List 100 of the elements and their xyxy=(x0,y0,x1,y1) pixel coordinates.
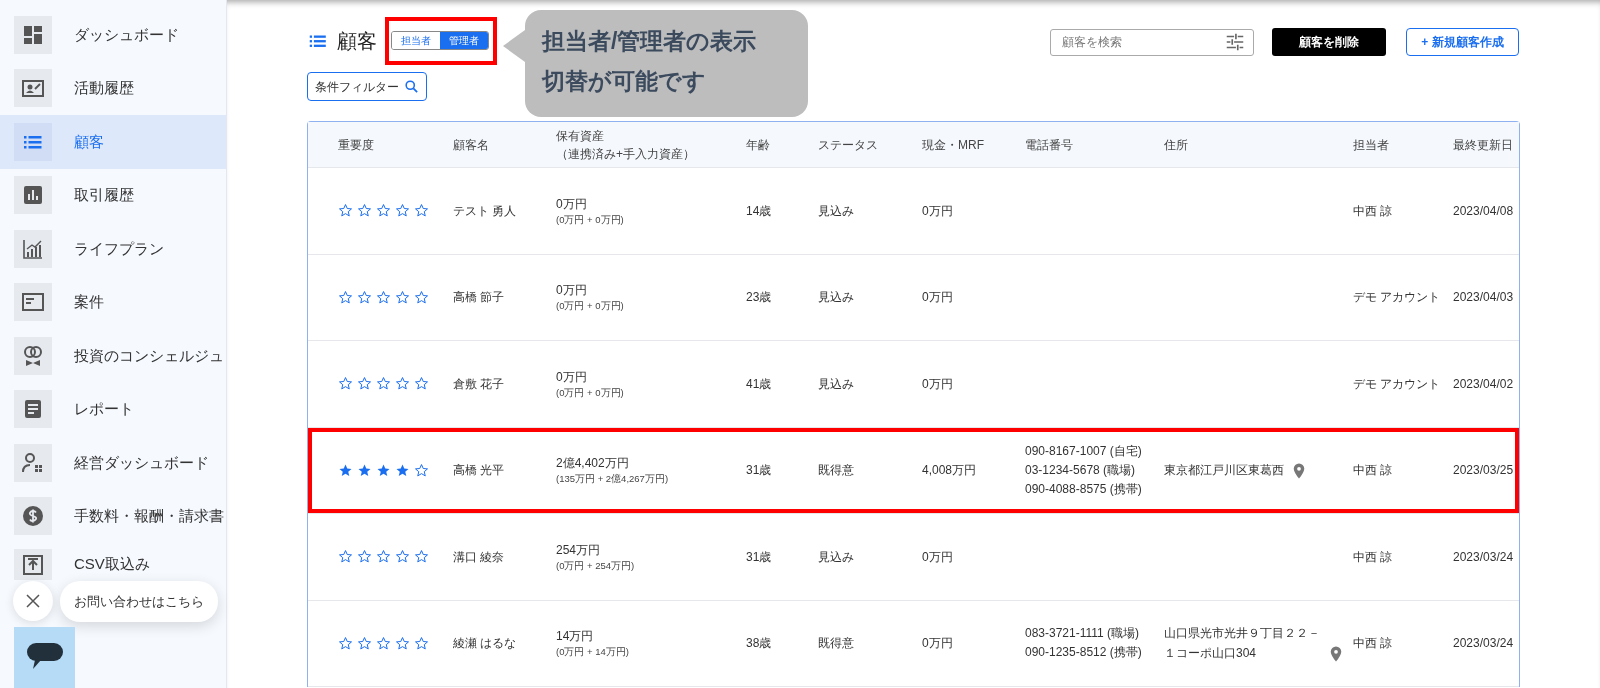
star-icon[interactable] xyxy=(338,462,353,478)
column-header: 顧客名 xyxy=(453,136,490,154)
phone-number: 03-1234-5678 (職場) xyxy=(1025,461,1137,479)
star-icon[interactable] xyxy=(338,549,353,565)
table-cell-text: (0万円 + 0万円) xyxy=(556,299,625,314)
sidebar-item[interactable]: 取引履歴 xyxy=(0,168,226,222)
column-header: 担当者 xyxy=(1353,136,1390,154)
column-header: 現金・MRF xyxy=(922,136,985,154)
star-icon[interactable] xyxy=(376,203,391,219)
contact-tooltip[interactable]: お問い合わせはこちら xyxy=(60,581,218,622)
customer-name: テスト 勇人 xyxy=(453,203,517,218)
star-icon[interactable] xyxy=(376,549,391,565)
table-cell: 見込み xyxy=(818,203,854,218)
sidebar-item[interactable]: レポート xyxy=(0,382,226,436)
table-cell: 2023/03/25 xyxy=(1453,463,1514,478)
star-icon[interactable] xyxy=(376,376,391,392)
table-cell-text: (0万円 + 0万円) xyxy=(556,212,625,227)
filter-button[interactable]: 条件フィルター xyxy=(307,72,427,101)
table-cell-text: 254万円 xyxy=(556,541,602,559)
star-icon[interactable] xyxy=(395,376,410,392)
table-cell: 中西 諒 xyxy=(1353,549,1393,564)
table-cell: 31歳 xyxy=(746,463,772,478)
table-cell-text: 0万円 xyxy=(556,368,588,386)
star-icon[interactable] xyxy=(338,376,353,392)
star-icon[interactable] xyxy=(357,462,372,478)
sidebar-item[interactable]: CSV取込み xyxy=(0,543,226,580)
star-icon[interactable] xyxy=(357,203,372,219)
user-stats-icon xyxy=(21,450,45,475)
star-icon[interactable] xyxy=(376,462,391,478)
star-icon[interactable] xyxy=(376,289,391,305)
table-cell: 2023/04/08 xyxy=(1453,203,1514,218)
table-cell: 2023/04/02 xyxy=(1453,376,1514,391)
star-icon[interactable] xyxy=(357,635,372,651)
phone-number: 090-1235-8512 (携帯) xyxy=(1025,644,1143,662)
phone-number: 090-8167-1007 (自宅) xyxy=(1025,442,1143,460)
table-cell: 既得意 xyxy=(818,636,854,651)
close-button[interactable] xyxy=(13,581,53,621)
column-subheader: （連携済み+手入力資産） xyxy=(556,145,696,163)
star-icon[interactable] xyxy=(414,549,429,565)
callout-text: 担当者/管理者の表示 xyxy=(542,27,758,56)
star-icon[interactable] xyxy=(395,289,410,305)
star-icon[interactable] xyxy=(357,289,372,305)
star-icon[interactable] xyxy=(395,462,410,478)
column-header: 重要度 xyxy=(338,136,375,154)
search-field[interactable]: 顧客を検索 xyxy=(1050,28,1254,56)
sidebar-item[interactable]: ダッシュボード xyxy=(0,8,226,62)
sidebar-item[interactable]: ライフプラン xyxy=(0,222,226,276)
table-cell-text: 14万円 xyxy=(556,628,595,646)
table-cell: 41歳 xyxy=(746,376,772,391)
table-cell: 0万円 xyxy=(922,203,953,218)
star-icon[interactable] xyxy=(357,376,372,392)
table-cell: 既得意 xyxy=(818,463,854,478)
table-cell-text: 2億4,402万円 xyxy=(556,455,630,473)
customer-name: 高橋 光平 xyxy=(453,463,505,478)
callout-text: 切替が可能です xyxy=(542,67,707,96)
star-icon[interactable] xyxy=(414,203,429,219)
table-cell: 2023/03/24 xyxy=(1453,549,1514,564)
table-cell: デモ アカウント xyxy=(1353,290,1441,305)
table-cell-text: 0万円 xyxy=(556,282,588,300)
sidebar-item[interactable]: 案件 xyxy=(0,275,226,329)
column-header: 年齢 xyxy=(746,136,771,154)
table-cell-text: 0万円 xyxy=(556,195,588,213)
toggle-option[interactable]: 管理者 xyxy=(440,32,488,49)
table-cell: デモ アカウント xyxy=(1353,376,1441,391)
sidebar-item[interactable]: 投資のコンシェルジュ xyxy=(0,329,226,383)
star-icon[interactable] xyxy=(357,549,372,565)
sidebar-item[interactable]: 経営ダッシュボード xyxy=(0,436,226,490)
customer-name: 綾瀬 はるな xyxy=(453,636,517,651)
table-cell: 2023/03/24 xyxy=(1453,636,1514,651)
star-icon[interactable] xyxy=(376,635,391,651)
table-cell-text: (135万円 + 2億4,267万円) xyxy=(556,472,670,487)
star-icon[interactable] xyxy=(338,635,353,651)
chat-button[interactable] xyxy=(14,627,75,688)
star-icon[interactable] xyxy=(414,635,429,651)
star-icon[interactable] xyxy=(395,549,410,565)
table-cell: 0万円 xyxy=(922,549,953,564)
sidebar-item[interactable]: 活動履歴 xyxy=(0,61,226,115)
table-cell: 23歳 xyxy=(746,290,772,305)
table-cell: 見込み xyxy=(818,549,854,564)
sidebar-item[interactable]: 手数料・報酬・請求書 xyxy=(0,489,226,543)
star-icon[interactable] xyxy=(395,203,410,219)
sidebar-item[interactable]: 顧客 xyxy=(0,115,226,169)
star-icon[interactable] xyxy=(338,203,353,219)
address-text: 東京都江戸川区東葛西 xyxy=(1164,462,1284,480)
table-cell: 4,008万円 xyxy=(922,463,977,478)
customer-name: 高橋 節子 xyxy=(453,290,505,305)
star-icon[interactable] xyxy=(414,376,429,392)
new-button[interactable]: + 新規顧客作成 xyxy=(1406,28,1519,56)
column-header: ステータス xyxy=(818,136,879,154)
star-icon[interactable] xyxy=(338,289,353,305)
table-cell: 2023/04/03 xyxy=(1453,290,1514,305)
table-cell: 0万円 xyxy=(922,636,953,651)
table-cell: 14歳 xyxy=(746,203,772,218)
delete-button[interactable]: 顧客を削除 xyxy=(1272,28,1386,56)
star-icon[interactable] xyxy=(414,462,429,478)
table-cell-text: (0万円 + 254万円) xyxy=(556,558,636,573)
star-icon[interactable] xyxy=(414,289,429,305)
star-icon[interactable] xyxy=(395,635,410,651)
table-cell-text: (0万円 + 14万円) xyxy=(556,645,630,660)
customer-name: 溝口 綾奈 xyxy=(453,549,505,564)
